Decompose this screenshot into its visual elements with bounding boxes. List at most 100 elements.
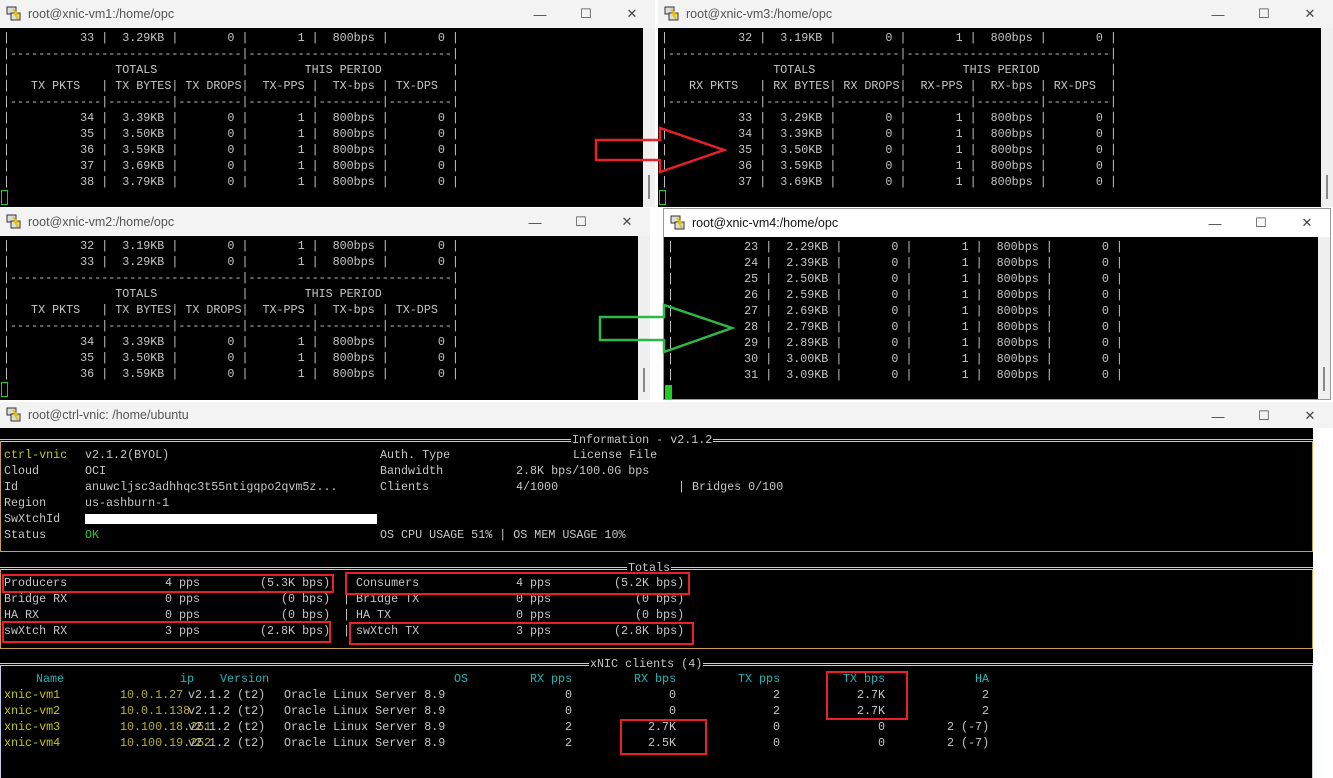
client-cell: 2 (773, 704, 781, 718)
maximize-icon[interactable]: ☐ (558, 208, 604, 236)
title-bar[interactable]: root@xnic-vm1:/home/opc — ☐ ✕ (0, 0, 655, 28)
scrollbar[interactable] (1313, 428, 1333, 778)
minimize-icon[interactable]: — (512, 208, 558, 236)
region-label: Region (4, 496, 47, 510)
column-header: ip (180, 672, 195, 686)
close-icon[interactable]: ✕ (1287, 402, 1333, 430)
column-header: HA (975, 672, 990, 686)
table-row: | 34 | 3.39KB | 0 | 1 | 800bps | 0 | (3, 335, 459, 349)
column-header: RX bps (634, 672, 677, 686)
client-cell: 2 (-7) (947, 736, 990, 750)
terminal-output[interactable]: | 32 | 3.19KB | 0 | 1 | 800bps | 0 | |---… (658, 28, 1333, 207)
table-group-header: | TOTALS | THIS PERIOD | (3, 63, 459, 77)
table-row: | 31 | 3.09KB | 0 | 1 | 800bps | 0 | (667, 368, 1123, 382)
client-cell: 0 (773, 720, 781, 734)
terminal-window-vm2[interactable]: root@xnic-vm2:/home/opc — ☐ ✕ | 32 | 3.19K… (0, 208, 650, 400)
table-row: | 35 | 3.50KB | 0 | 1 | 800bps | 0 | (661, 143, 1117, 157)
scrollbar[interactable] (1318, 237, 1330, 399)
bridges-value: | Bridges 0/100 (678, 480, 784, 494)
client-cell: 2 (565, 720, 573, 734)
maximize-icon[interactable]: ☐ (563, 0, 609, 28)
auth-label: Auth. Type (380, 448, 451, 462)
totals-bps: (0 bps) (635, 608, 685, 622)
table-row: | 32 | 3.19KB | 0 | 1 | 800bps | 0 | (661, 31, 1117, 45)
information-panel: Information - v2.1.2 ctrl-vnic v2.1.2(BY… (0, 432, 1313, 552)
terminal-cursor (659, 190, 666, 205)
client-cell: 2 (-7) (947, 720, 990, 734)
auth-value: License File (573, 448, 658, 462)
title-bar[interactable]: root@xnic-vm3:/home/opc — ☐ ✕ (658, 0, 1333, 28)
client-cell: v2.1.2 (t2) (188, 720, 266, 734)
maximize-icon[interactable]: ☐ (1238, 209, 1284, 237)
divider: |---------------------------------|-----… (3, 47, 459, 61)
terminal-cursor (1, 190, 8, 205)
close-icon[interactable]: ✕ (604, 208, 650, 236)
putty-icon (664, 6, 679, 21)
table-row: | 24 | 2.39KB | 0 | 1 | 800bps | 0 | (667, 256, 1123, 270)
column-header: OS (454, 672, 469, 686)
close-icon[interactable]: ✕ (609, 0, 655, 28)
highlight-tx-bps (826, 671, 908, 720)
window-title: root@xnic-vm2:/home/opc (28, 215, 175, 229)
column-header: Name (36, 672, 65, 686)
divider: |-------------|---------|---------|-----… (661, 95, 1117, 109)
client-cell: 0 (565, 688, 573, 702)
status-value: OK (85, 528, 100, 542)
scrollbar[interactable] (1321, 28, 1333, 207)
client-cell: 0 (878, 720, 886, 734)
cloud-value: OCI (85, 464, 107, 478)
client-cell: 0 (669, 704, 677, 718)
product-name: ctrl-vnic (4, 448, 68, 462)
terminal-output[interactable]: | 23 | 2.29KB | 0 | 1 | 800bps | 0 | | 24… (664, 237, 1330, 399)
client-cell: v2.1.2 (t2) (188, 688, 266, 702)
panel-title: Information - v2.1.2 (571, 432, 714, 448)
client-cell: Oracle Linux Server 8.9 (284, 688, 446, 702)
maximize-icon[interactable]: ☐ (1241, 402, 1287, 430)
client-cell: 2 (982, 704, 990, 718)
terminal-output[interactable]: | 33 | 3.29KB | 0 | 1 | 800bps | 0 | |---… (0, 28, 655, 207)
totals-pps: 0 pps (516, 608, 552, 622)
minimize-icon[interactable]: — (517, 0, 563, 28)
column-separator: | (343, 608, 351, 622)
client-cell: xnic-vm1 (4, 688, 61, 702)
redacted-swxtchid (85, 514, 377, 524)
highlight-consumers (345, 572, 690, 595)
close-icon[interactable]: ✕ (1287, 0, 1333, 28)
maximize-icon[interactable]: ☐ (1241, 0, 1287, 28)
close-icon[interactable]: ✕ (1284, 209, 1330, 237)
highlight-swxtch-tx (349, 622, 694, 645)
putty-icon (6, 214, 21, 229)
divider: |---------------------------------|-----… (3, 271, 459, 285)
table-group-header: | TOTALS | THIS PERIOD | (3, 287, 459, 301)
terminal-window-vm4[interactable]: root@xnic-vm4:/home/opc — ☐ ✕ | 23 | 2.29K… (663, 208, 1331, 400)
client-cell: Oracle Linux Server 8.9 (284, 704, 446, 718)
id-label: Id (4, 480, 19, 494)
client-cell: xnic-vm3 (4, 720, 61, 734)
terminal-window-vm3[interactable]: root@xnic-vm3:/home/opc — ☐ ✕ | 32 | 3.19K… (658, 0, 1333, 207)
client-cell: 10.0.1.27 (120, 688, 184, 702)
minimize-icon[interactable]: — (1195, 0, 1241, 28)
putty-icon (6, 407, 21, 422)
table-row: | 32 | 3.19KB | 0 | 1 | 800bps | 0 | (3, 239, 459, 253)
minimize-icon[interactable]: — (1195, 402, 1241, 430)
title-bar[interactable]: root@ctrl-vnic: /home/ubuntu — ☐ ✕ (0, 402, 1333, 428)
client-cell: 2 (982, 688, 990, 702)
client-cell: 0 (878, 736, 886, 750)
client-cell: xnic-vm2 (4, 704, 61, 718)
region-value: us-ashburn-1 (85, 496, 170, 510)
table-row: | 33 | 3.29KB | 0 | 1 | 800bps | 0 | (3, 255, 459, 269)
title-bar[interactable]: root@xnic-vm2:/home/opc — ☐ ✕ (0, 208, 650, 236)
scrollbar[interactable] (643, 28, 655, 207)
table-row: | 33 | 3.29KB | 0 | 1 | 800bps | 0 | (661, 111, 1117, 125)
totals-label: HA TX (356, 608, 392, 622)
terminal-window-vm1[interactable]: root@xnic-vm1:/home/opc — ☐ ✕ | 33 | 3.29K… (0, 0, 655, 207)
product-version: v2.1.2(BYOL) (85, 448, 170, 462)
table-group-header: | TOTALS | THIS PERIOD | (661, 63, 1117, 77)
title-bar[interactable]: root@xnic-vm4:/home/opc — ☐ ✕ (664, 209, 1330, 237)
terminal-cursor (665, 385, 672, 399)
terminal-output[interactable]: | 32 | 3.19KB | 0 | 1 | 800bps | 0 | | 33… (0, 236, 650, 400)
table-row: | 35 | 3.50KB | 0 | 1 | 800bps | 0 | (3, 127, 459, 141)
client-cell: v2.1.2 (t2) (188, 704, 266, 718)
table-row: | 33 | 3.29KB | 0 | 1 | 800bps | 0 | (3, 31, 459, 45)
minimize-icon[interactable]: — (1192, 209, 1238, 237)
